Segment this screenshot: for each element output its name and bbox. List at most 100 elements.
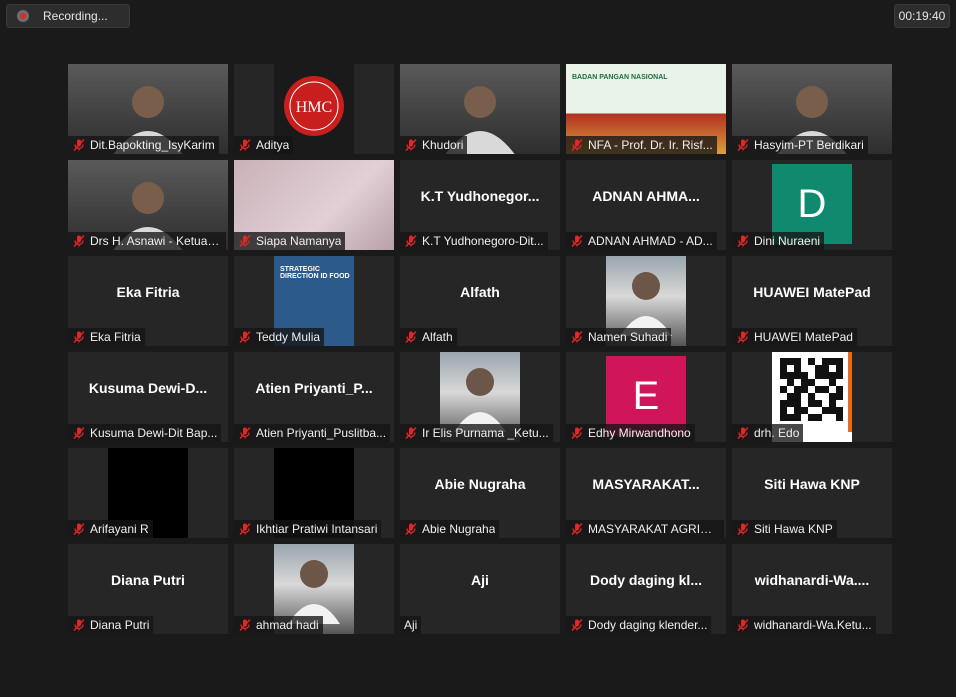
participant-display-name: Abie Nugraha (434, 476, 526, 492)
participant-name-tag: Diana Putri (68, 616, 154, 634)
participant-name: MASYARAKAT AGRIBI... (588, 522, 720, 536)
microphone-muted-icon (570, 330, 584, 344)
participant-tile[interactable]: ADNAN AHMA... ADNAN AHMAD - AD... (566, 160, 726, 250)
participant-name: Ir Elis Purnama _Ketu... (422, 426, 549, 440)
participant-tile[interactable]: Arifayani R (68, 448, 228, 538)
microphone-muted-icon (72, 618, 86, 632)
slide-title: BADAN PANGAN NASIONAL (572, 74, 668, 81)
participant-tile[interactable]: Diana Putri Diana Putri (68, 544, 228, 634)
microphone-muted-icon (238, 138, 252, 152)
participant-name: drh. Edo (754, 426, 800, 440)
microphone-muted-icon (736, 138, 750, 152)
participant-tile[interactable]: HUAWEI MatePad HUAWEI MatePad (732, 256, 892, 346)
participant-name-tag: K.T Yudhonegoro-Dit... (400, 232, 548, 250)
participant-display-name: Diana Putri (111, 572, 185, 588)
participant-name: Ikhtiar Pratiwi Intansari (256, 522, 378, 536)
participant-display-name: Alfath (460, 284, 500, 300)
participant-name: NFA - Prof. Dr. Ir. Risf... (588, 138, 713, 152)
participant-tile[interactable]: K.T Yudhonegor... K.T Yudhonegoro-Dit... (400, 160, 560, 250)
participant-tile[interactable]: Khudori (400, 64, 560, 154)
participant-name: Aditya (256, 138, 290, 152)
microphone-muted-icon (570, 426, 584, 440)
participant-tile[interactable]: Kusuma Dewi-D... Kusuma Dewi-Dit Bap... (68, 352, 228, 442)
microphone-muted-icon (238, 426, 252, 440)
participant-tile[interactable]: STRATEGIC DIRECTION ID FOOD Teddy Mulia (234, 256, 394, 346)
participant-name-tag: drh. Edo (732, 424, 804, 442)
participant-tile[interactable]: widhanardi-Wa.... widhanardi-Wa.Ketu... (732, 544, 892, 634)
participant-tile[interactable]: ahmad hadi (234, 544, 394, 634)
participant-display-name: widhanardi-Wa.... (754, 572, 870, 588)
participant-name-tag: widhanardi-Wa.Ketu... (732, 616, 876, 634)
participant-name: Siapa Namanya (256, 234, 342, 248)
participant-tile[interactable]: drh. Edo (732, 352, 892, 442)
microphone-muted-icon (570, 234, 584, 248)
participant-tile[interactable]: Siti Hawa KNP Siti Hawa KNP (732, 448, 892, 538)
participant-tile[interactable]: Ikhtiar Pratiwi Intansari (234, 448, 394, 538)
participant-name-tag: Drs H. Asnawi - Ketua U... (68, 232, 226, 250)
participant-tile[interactable]: BADAN PANGAN NASIONAL NFA - Prof. Dr. Ir.… (566, 64, 726, 154)
recording-label: Recording... (43, 9, 108, 23)
participant-name-tag: Kusuma Dewi-Dit Bap... (68, 424, 222, 442)
microphone-muted-icon (72, 234, 86, 248)
participant-tile[interactable]: Dody daging kl... Dody daging klender... (566, 544, 726, 634)
participant-tile[interactable]: Drs H. Asnawi - Ketua U... (68, 160, 228, 250)
participant-name-tag: Aditya (234, 136, 294, 154)
participant-display-name: ADNAN AHMA... (592, 188, 700, 204)
participant-name-tag: NFA - Prof. Dr. Ir. Risf... (566, 136, 717, 154)
microphone-muted-icon (238, 234, 252, 248)
participant-name: Kusuma Dewi-Dit Bap... (90, 426, 218, 440)
microphone-muted-icon (736, 522, 750, 536)
participant-name-tag: Abie Nugraha (400, 520, 500, 538)
participant-tile[interactable]: Atien Priyanti_P... Atien Priyanti_Puslit… (234, 352, 394, 442)
participant-name-tag: Siapa Namanya (234, 232, 346, 250)
microphone-muted-icon (736, 618, 750, 632)
participant-tile[interactable]: Abie Nugraha Abie Nugraha (400, 448, 560, 538)
microphone-muted-icon (72, 426, 86, 440)
participant-name: ADNAN AHMAD - AD... (588, 234, 713, 248)
participant-tile[interactable]: HMC Aditya (234, 64, 394, 154)
microphone-muted-icon (72, 138, 86, 152)
microphone-muted-icon (238, 618, 252, 632)
participant-name-tag: Teddy Mulia (234, 328, 325, 346)
participant-name-tag: Ir Elis Purnama _Ketu... (400, 424, 553, 442)
participant-name: Eka Fitria (90, 330, 141, 344)
participant-tile[interactable]: Alfath Alfath (400, 256, 560, 346)
participant-name-tag: HUAWEI MatePad (732, 328, 857, 346)
participant-tile[interactable]: MASYARAKAT... MASYARAKAT AGRIBI... (566, 448, 726, 538)
participant-tile[interactable]: D Dini Nuraeni (732, 160, 892, 250)
microphone-muted-icon (404, 234, 418, 248)
microphone-muted-icon (238, 330, 252, 344)
participant-name: Namen Suhadi (588, 330, 668, 344)
participant-name: Alfath (422, 330, 453, 344)
participant-name-tag: Dody daging klender... (566, 616, 712, 634)
participant-name-tag: Dit.Bapokting_IsyKarim (68, 136, 219, 154)
participant-name-tag: Alfath (400, 328, 457, 346)
participant-tile[interactable]: Siapa Namanya (234, 160, 394, 250)
participant-tile[interactable]: Dit.Bapokting_IsyKarim (68, 64, 228, 154)
meeting-timer: 00:19:40 (894, 4, 950, 28)
microphone-muted-icon (72, 330, 86, 344)
participant-name-tag: Atien Priyanti_Puslitba... (234, 424, 391, 442)
participant-tile[interactable]: Aji Aji (400, 544, 560, 634)
participant-name-tag: Namen Suhadi (566, 328, 672, 346)
participant-name-tag: Eka Fitria (68, 328, 145, 346)
participant-tile[interactable]: Hasyim-PT Berdikari (732, 64, 892, 154)
participant-name: widhanardi-Wa.Ketu... (754, 618, 872, 632)
participant-name: Teddy Mulia (256, 330, 321, 344)
microphone-muted-icon (72, 522, 86, 536)
participant-tile[interactable]: Eka Fitria Eka Fitria (68, 256, 228, 346)
participant-name-tag: Dini Nuraeni (732, 232, 825, 250)
participant-name: Aji (404, 618, 418, 632)
participant-name-tag: Arifayani R (68, 520, 153, 538)
participant-name: Arifayani R (90, 522, 149, 536)
participant-name: Khudori (422, 138, 464, 152)
participant-tile[interactable]: Namen Suhadi (566, 256, 726, 346)
participant-display-name: Atien Priyanti_P... (255, 380, 373, 396)
microphone-muted-icon (570, 522, 584, 536)
participant-name-tag: Edhy Mirwandhono (566, 424, 695, 442)
recording-indicator[interactable]: Recording... (6, 4, 130, 28)
microphone-muted-icon (404, 138, 418, 152)
participant-tile[interactable]: E Edhy Mirwandhono (566, 352, 726, 442)
participant-display-name: Siti Hawa KNP (764, 476, 860, 492)
participant-tile[interactable]: Ir Elis Purnama _Ketu... (400, 352, 560, 442)
